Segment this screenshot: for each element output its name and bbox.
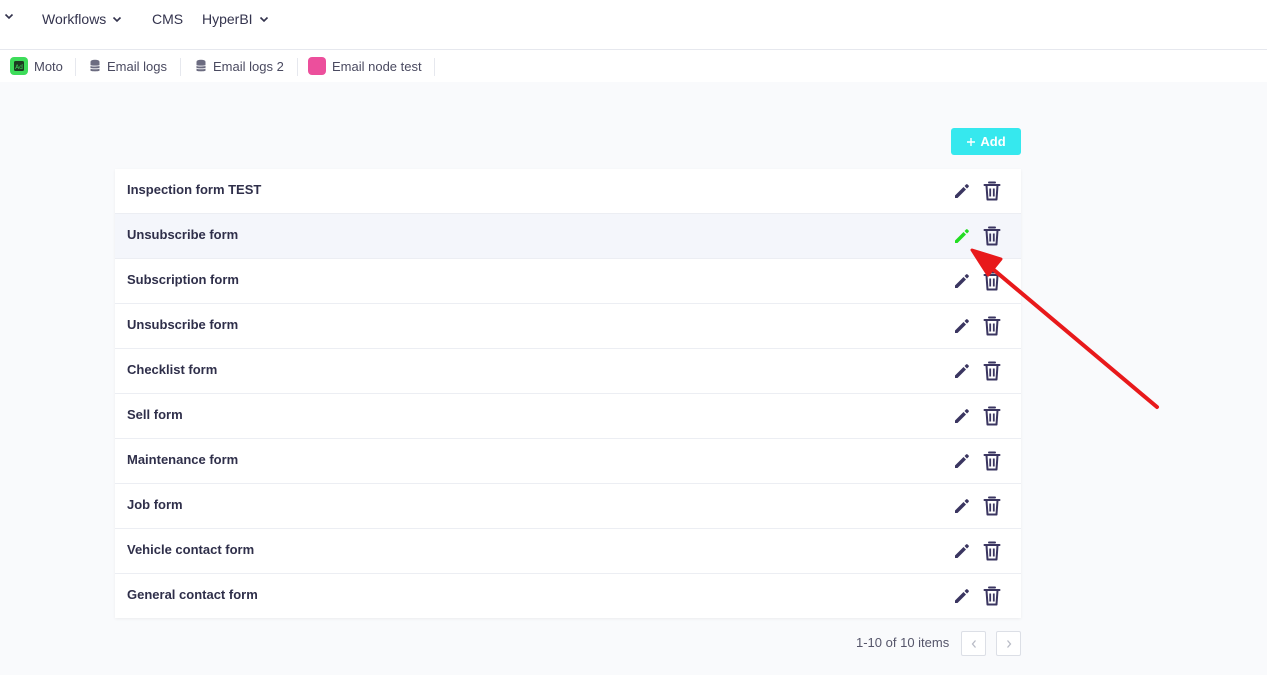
chevron-left-icon: [971, 639, 976, 648]
form-name: Unsubscribe form: [127, 227, 239, 242]
trash-icon[interactable]: [982, 315, 1002, 337]
tab-email-logs-2[interactable]: Email logs 2: [195, 50, 284, 82]
list-item[interactable]: Sell form: [115, 394, 1021, 439]
nav-menu-truncated[interactable]: [0, 11, 14, 21]
app-icon: [308, 57, 326, 75]
next-page-button[interactable]: [996, 631, 1021, 656]
nav-label-cms: CMS: [152, 11, 184, 27]
nav-label-workflows: Workflows: [42, 11, 107, 27]
list-item[interactable]: Job form: [115, 484, 1021, 529]
chevron-down-icon: [259, 16, 268, 23]
database-icon: [196, 59, 206, 72]
pencil-icon[interactable]: [953, 587, 971, 605]
nav-menu-cms[interactable]: CMS: [152, 11, 183, 27]
list-item[interactable]: Vehicle contact form: [115, 529, 1021, 574]
forms-list: Inspection form TEST Unsubscribe form Subs…: [115, 169, 1021, 618]
prev-page-button[interactable]: [961, 631, 986, 656]
form-name: Job form: [127, 497, 183, 512]
tab-email-logs[interactable]: Email logs: [89, 50, 167, 82]
trash-icon[interactable]: [982, 360, 1002, 382]
tab-email-node-test[interactable]: Email node test: [308, 50, 422, 82]
pencil-icon[interactable]: [953, 317, 971, 335]
list-item[interactable]: Inspection form TEST: [115, 169, 1021, 214]
form-name: Subscription form: [127, 272, 239, 287]
pagination-summary: 1-10 of 10 items: [856, 635, 950, 650]
tab-divider: [434, 58, 435, 76]
tab-divider: [75, 58, 76, 76]
app-tab-bar: Ad Moto Email logs Email logs 2 Email no…: [0, 50, 1267, 82]
tab-label: Email logs: [107, 58, 167, 74]
nav-menu-hyperbi[interactable]: HyperBI: [202, 11, 269, 27]
add-button[interactable]: Add: [951, 128, 1021, 155]
tab-divider: [297, 58, 298, 76]
nav-label-hyperbi: HyperBI: [202, 11, 253, 27]
form-name: General contact form: [127, 587, 258, 602]
svg-text:Ad: Ad: [15, 64, 23, 71]
trash-icon[interactable]: [982, 225, 1002, 247]
trash-icon[interactable]: [982, 540, 1002, 562]
trash-icon[interactable]: [982, 450, 1002, 472]
chevron-down-icon: [4, 13, 14, 20]
tab-label: Email logs 2: [213, 58, 284, 74]
trash-icon[interactable]: [982, 405, 1002, 427]
chevron-right-icon: [1006, 639, 1011, 648]
list-item[interactable]: Unsubscribe form: [115, 214, 1021, 259]
database-icon: [90, 59, 100, 72]
trash-icon[interactable]: [982, 270, 1002, 292]
plus-icon: [967, 137, 976, 146]
list-item[interactable]: General contact form: [115, 574, 1021, 618]
pencil-icon[interactable]: [953, 497, 971, 515]
pencil-icon[interactable]: [953, 407, 971, 425]
app-icon: Ad: [10, 57, 28, 75]
list-item[interactable]: Subscription form: [115, 259, 1021, 304]
trash-icon[interactable]: [982, 495, 1002, 517]
top-navigation: Workflows CMS HyperBI: [0, 0, 1267, 50]
nav-menu-workflows[interactable]: Workflows: [42, 11, 122, 27]
pencil-icon[interactable]: [953, 362, 971, 380]
trash-icon[interactable]: [982, 585, 1002, 607]
pencil-icon[interactable]: [953, 542, 971, 560]
list-item[interactable]: Unsubscribe form: [115, 304, 1021, 349]
tab-label: Moto: [34, 58, 63, 74]
pencil-icon[interactable]: [953, 272, 971, 290]
form-name: Checklist form: [127, 362, 218, 377]
pencil-icon[interactable]: [953, 182, 971, 200]
list-item[interactable]: Checklist form: [115, 349, 1021, 394]
pencil-icon[interactable]: [953, 452, 971, 470]
form-name: Vehicle contact form: [127, 542, 255, 557]
pencil-icon[interactable]: [953, 227, 971, 245]
form-name: Sell form: [127, 407, 183, 422]
trash-icon[interactable]: [982, 180, 1002, 202]
chevron-down-icon: [113, 16, 122, 23]
tab-label: Email node test: [332, 58, 422, 74]
add-button-label: Add: [980, 134, 1006, 149]
form-name: Maintenance form: [127, 452, 239, 467]
tab-moto[interactable]: Ad Moto: [10, 50, 63, 82]
form-name: Unsubscribe form: [127, 317, 239, 332]
form-name: Inspection form TEST: [127, 182, 262, 197]
list-item[interactable]: Maintenance form: [115, 439, 1021, 484]
tab-divider: [180, 58, 181, 76]
